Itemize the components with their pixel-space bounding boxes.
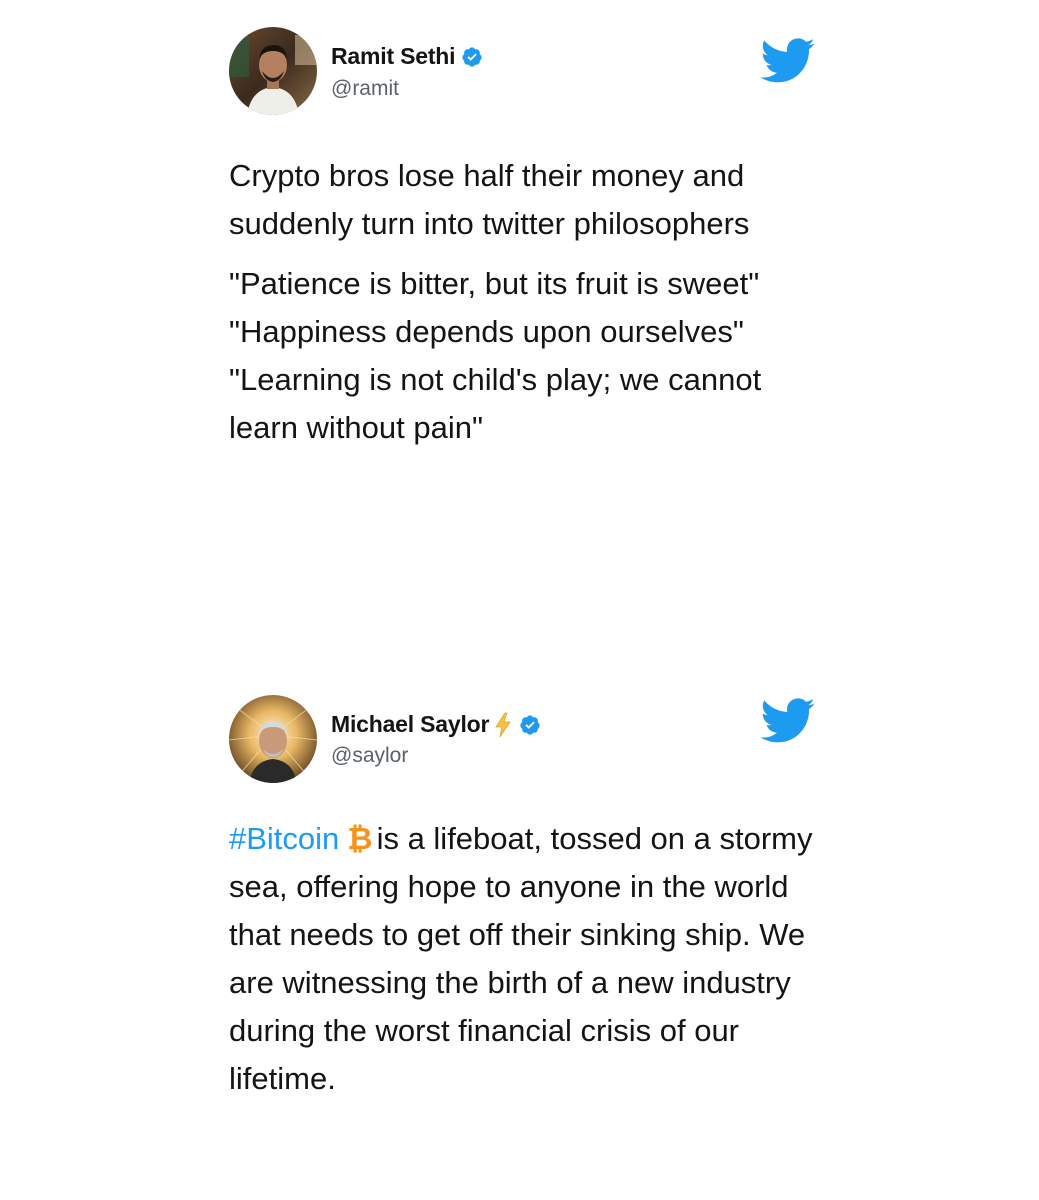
tweet-paragraph: Crypto bros lose half their money and su… bbox=[229, 158, 750, 241]
author-display-name[interactable]: Ramit Sethi bbox=[331, 43, 456, 70]
author-display-name[interactable]: Michael Saylor bbox=[331, 711, 489, 738]
bitcoin-icon: ₿ bbox=[347, 821, 373, 856]
tweet-paragraph: #Bitcoin ₿ is a lifeboat, tossed on a stor… bbox=[229, 815, 819, 1103]
lightning-icon bbox=[493, 712, 513, 738]
hashtag-link[interactable]: #Bitcoin bbox=[229, 821, 339, 856]
author-name-row: Ramit Sethi bbox=[331, 43, 483, 70]
author-handle[interactable]: @ramit bbox=[331, 77, 399, 101]
tweet-text-content: is a lifeboat, tossed on a stormy sea, o… bbox=[229, 821, 813, 1096]
twitter-bird-icon[interactable] bbox=[760, 698, 816, 749]
tweet-card-ramit: Ramit Sethi @ramit Crypto bros lose half… bbox=[0, 0, 1039, 640]
verified-badge-icon bbox=[519, 714, 541, 736]
tweet-paragraph: "Patience is bitter, but its fruit is sw… bbox=[229, 266, 760, 301]
verified-badge-icon bbox=[461, 46, 483, 68]
author-name-row: Michael Saylor bbox=[331, 711, 541, 738]
avatar[interactable] bbox=[229, 695, 317, 783]
author-handle[interactable]: @saylor bbox=[331, 744, 408, 768]
avatar[interactable] bbox=[229, 27, 317, 115]
tweet-body: #Bitcoin ₿ is a lifeboat, tossed on a stor… bbox=[229, 815, 819, 1103]
twitter-bird-icon[interactable] bbox=[760, 38, 816, 89]
tweet-paragraph: "Learning is not child's play; we cannot… bbox=[229, 362, 762, 445]
tweet-card-saylor: Michael Saylor @saylor #Bitcoin ₿ is a lif… bbox=[0, 660, 1039, 1200]
tweet-paragraph: "Happiness depends upon ourselves" bbox=[229, 314, 744, 349]
tweet-body: Crypto bros lose half their money and su… bbox=[229, 152, 829, 452]
